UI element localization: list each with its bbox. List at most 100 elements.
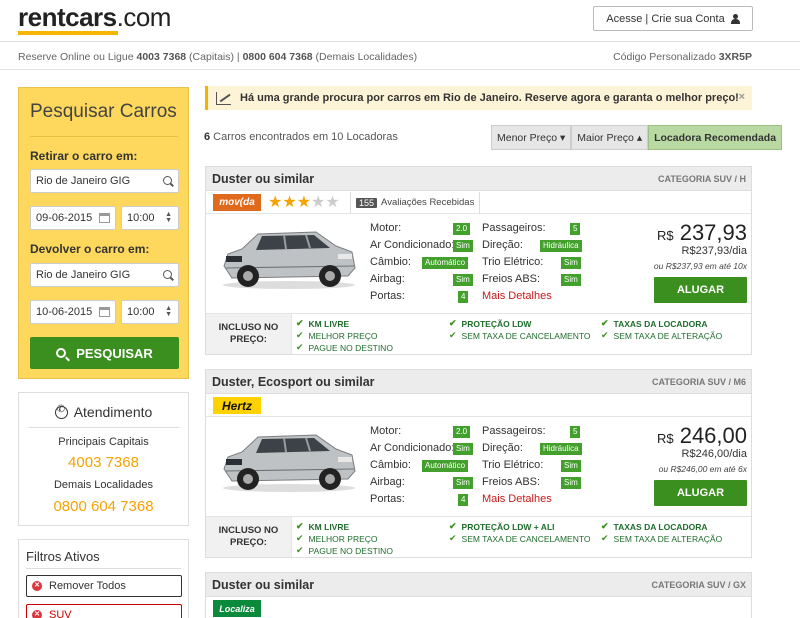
others-note: (Demais Localidades) (312, 51, 418, 63)
sort-recommended-button[interactable]: Locadora Recomendada (648, 125, 783, 150)
included-item: ✔ PAGUE NO DESTINO (296, 342, 393, 353)
included-item-label: PAGUE NO DESTINO (308, 342, 393, 353)
installments-text: ou R$237,93 em até 10x (653, 261, 747, 271)
star-icon: ★ (325, 194, 340, 211)
car-image[interactable] (218, 224, 360, 289)
spec-label-portas: Portas: (370, 290, 405, 302)
check-icon: ✔ (449, 318, 457, 328)
others-phone-number[interactable]: 0800 604 7368 (19, 498, 188, 515)
pickup-date-value: 09-06-2015 (36, 212, 93, 224)
capitals-phone-number[interactable]: 4003 7368 (19, 454, 188, 471)
price-total: R$ 246,00 (657, 423, 747, 449)
spec-value-direcao: Hidráulica (540, 443, 582, 455)
car-title[interactable]: Duster ou similar (212, 172, 314, 186)
others-phone: 0800 604 7368 (242, 51, 313, 63)
login-label: Acesse | Crie sua Conta (606, 12, 725, 25)
star-icon: ★ (311, 194, 326, 211)
vendor-row: mov(da ★★★★★ 155 Avaliações Recebidas (206, 191, 751, 214)
filter-chip-suv[interactable]: ✕ SUV (26, 604, 182, 618)
personal-code: Código Personalizado 3XR5P (613, 51, 752, 63)
reviews-count: 155 (356, 197, 378, 208)
sort-lowest-price-button[interactable]: Menor Preço ▾ (491, 125, 572, 150)
return-time-select[interactable]: 10:00 ▲ ▼ (121, 300, 179, 324)
spec-label-cambio: Câmbio: (370, 459, 411, 471)
car-image[interactable] (218, 427, 360, 492)
login-signup-button[interactable]: Acesse | Crie sua Conta (593, 6, 753, 31)
divider (30, 136, 178, 137)
phone-info: Reserve Online ou Ligue 4003 7368 (Capit… (18, 51, 417, 63)
star-icon: ★ (296, 194, 312, 211)
search-icon (163, 176, 172, 185)
return-date-value: 10-06-2015 (36, 306, 93, 318)
remove-icon: ✕ (32, 581, 42, 591)
spec-value-portas: 4 (458, 494, 469, 506)
included-item-label: MELHOR PREÇO (308, 330, 378, 341)
check-icon: ✔ (296, 521, 304, 531)
pickup-time-select[interactable]: 10:00 ▲ ▼ (121, 206, 179, 230)
check-icon: ✔ (601, 533, 609, 543)
check-icon: ✔ (296, 330, 304, 340)
installments-text: ou R$246,00 em até 6x (658, 464, 747, 474)
remove-icon: ✕ (32, 610, 42, 618)
sort-options: Menor Preço ▾ Maior Preço ▴ Locadora Rec… (491, 125, 783, 150)
car-title[interactable]: Duster, Ecosport ou similar (212, 375, 375, 389)
price-per-day: R$237,93/dia (681, 245, 747, 257)
spec-value-ac: Sim (453, 443, 473, 455)
spec-label-trio: Trio Elétrico: (482, 459, 544, 471)
return-date-input[interactable]: 10-06-2015 (30, 300, 116, 324)
rent-button[interactable]: ALUGAR (654, 480, 747, 506)
phone-prefix: Reserve Online ou Ligue (18, 51, 137, 63)
return-label: Devolver o carro em: (30, 242, 150, 256)
included-item-label: SEM TAXA DE ALTERAÇÃO (613, 533, 723, 544)
star-icon: ★ (268, 194, 283, 211)
demand-alert: Há uma grande procura por carros em Rio … (205, 86, 752, 110)
rentcars-logo[interactable]: rentcars.com (18, 2, 171, 33)
pickup-location-input[interactable]: Rio de Janeiro GIG (30, 169, 179, 193)
spec-label-trio: Trio Elétrico: (482, 256, 544, 268)
included-section: INCLUSO NO PREÇO: ✔ KM LIVRE ✔ PROTEÇÃO LDW … (206, 516, 751, 557)
close-icon[interactable]: × (739, 91, 745, 103)
car-card: Duster ou similar CATEGORIA SUV / GX Loc… (205, 572, 752, 618)
included-label: INCLUSO NO PREÇO: (206, 314, 292, 354)
return-location-input[interactable]: Rio de Janeiro GIG (30, 263, 179, 287)
included-item: ✔ MELHOR PREÇO (296, 533, 378, 544)
price-value: 246,00 (679, 423, 747, 448)
reviews-link[interactable]: 155 Avaliações Recebidas (350, 192, 481, 213)
included-item: ✔ KM LIVRE (296, 521, 349, 532)
check-icon: ✔ (601, 318, 609, 328)
vendor-logo-hertz: Hertz (213, 397, 261, 414)
car-card: Duster ou similar CATEGORIA SUV / H mov(… (205, 166, 752, 355)
spec-value-direcao: Hidráulica (540, 240, 582, 252)
trend-chart-icon (216, 91, 231, 105)
spec-label-passageiros: Passageiros: (482, 222, 546, 234)
included-item-label: TAXAS DA LOCADORA (613, 318, 708, 329)
included-item: ✔ MELHOR PREÇO (296, 330, 378, 341)
more-details-link[interactable]: Mais Detalhes (482, 493, 552, 505)
price-per-day: R$246,00/dia (681, 448, 747, 460)
vendor-row: Hertz (206, 394, 751, 417)
check-icon: ✔ (449, 330, 457, 340)
capitals-note: (Capitais) | (186, 51, 243, 63)
spec-label-motor: Motor: (370, 425, 402, 437)
spec-value-portas: 4 (458, 291, 469, 303)
pickup-date-input[interactable]: 09-06-2015 (30, 206, 116, 230)
search-button[interactable]: PESQUISAR (30, 337, 179, 369)
star-icon: ★ (282, 194, 297, 211)
check-icon: ✔ (449, 533, 457, 543)
more-details-link[interactable]: Mais Detalhes (482, 290, 552, 302)
sort-highest-price-button[interactable]: Maior Preço ▴ (571, 125, 649, 150)
spec-value-ac: Sim (453, 240, 473, 252)
spec-label-direcao: Direção: (482, 442, 523, 454)
remove-all-filters-button[interactable]: ✕ Remover Todos (26, 575, 182, 597)
included-item-label: SEM TAXA DE ALTERAÇÃO (613, 330, 723, 341)
rent-button[interactable]: ALUGAR (654, 277, 747, 303)
pickup-time-value: 10:00 (127, 212, 155, 224)
currency-symbol: R$ (656, 228, 674, 243)
included-item: ✔ PAGUE NO DESTINO (296, 545, 393, 556)
included-item: ✔ PROTEÇÃO LDW (449, 318, 531, 329)
contact-panel: Atendimento Principais Capitais 4003 736… (18, 392, 189, 526)
car-title[interactable]: Duster ou similar (212, 578, 314, 592)
calendar-icon (99, 307, 110, 317)
filter-chip-label: SUV (49, 609, 72, 618)
check-icon: ✔ (296, 533, 304, 543)
